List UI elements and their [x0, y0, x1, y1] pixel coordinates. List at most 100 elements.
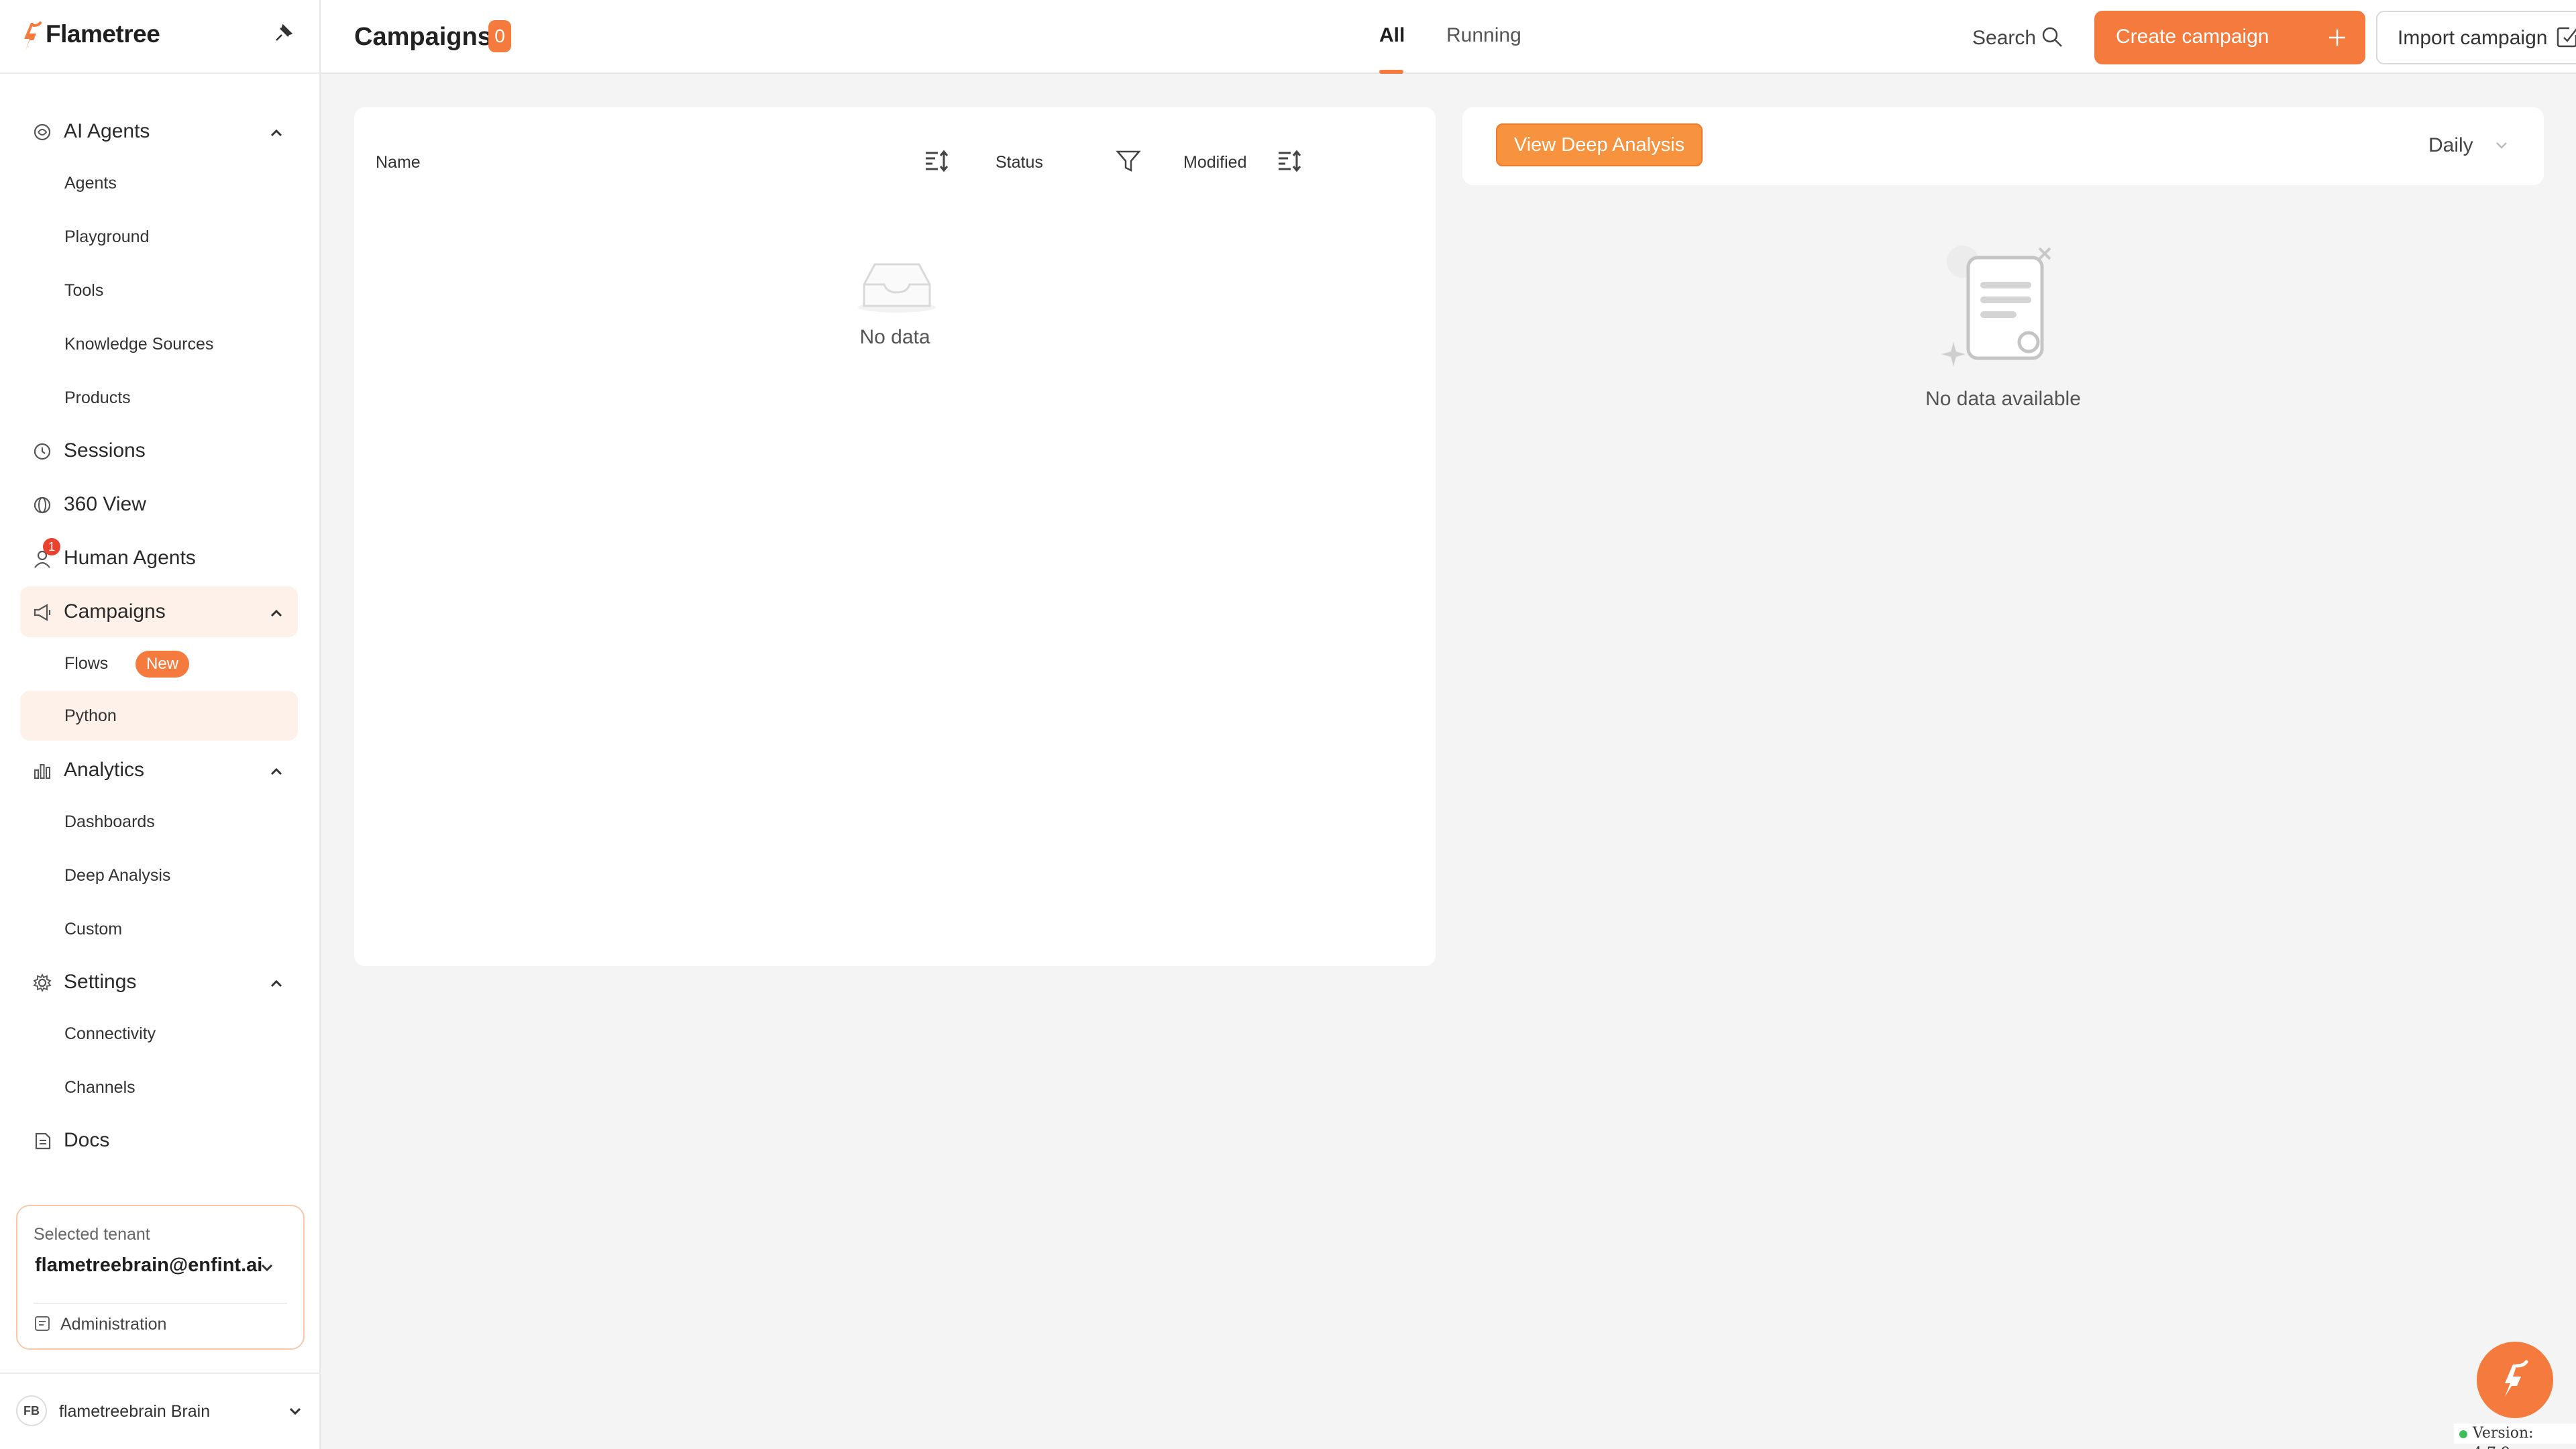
sidebar-item-deep-analysis[interactable]: Deep Analysis	[20, 851, 298, 900]
campaigns-table: Name Status Modified No data	[354, 107, 1436, 966]
search-icon[interactable]	[2041, 25, 2063, 48]
search-label[interactable]: Search	[1972, 27, 2036, 50]
sidebar-item-custom[interactable]: Custom	[20, 904, 298, 954]
sort-icon[interactable]	[1276, 148, 1303, 174]
analysis-toolbar: View Deep Analysis Daily	[1462, 107, 2544, 185]
chevron-down-icon[interactable]	[258, 1258, 276, 1277]
sidebar-item-sessions[interactable]: Sessions	[20, 425, 298, 476]
sidebar-item-dashboards[interactable]: Dashboards	[20, 797, 298, 847]
no-data-text: No data available	[1925, 388, 2081, 410]
brain-name: flametreebrain Brain	[59, 1402, 211, 1421]
sidebar-item-label: Campaigns	[64, 600, 166, 623]
version-text: Version: 4.7.9	[2473, 1425, 2534, 1449]
sidebar-item-label: AI Agents	[64, 120, 150, 142]
tenant-caption: Selected tenant	[34, 1225, 150, 1244]
version-indicator: Version: 4.7.9	[2454, 1424, 2576, 1449]
globe-icon	[34, 496, 51, 514]
sidebar-item-label: Channels	[64, 1077, 136, 1097]
divider	[34, 1303, 287, 1304]
active-tab-indicator	[1379, 70, 1403, 74]
plus-icon	[2329, 30, 2345, 46]
import-campaign-button[interactable]: Import campaign	[2376, 11, 2576, 64]
notification-badge: 1	[43, 538, 60, 555]
sidebar-item-label: Python	[64, 706, 117, 725]
sidebar-item-python[interactable]: Python	[20, 691, 298, 741]
chevron-down-icon[interactable]	[2493, 137, 2510, 154]
create-campaign-button[interactable]: Create campaign	[2094, 11, 2365, 64]
brand-name: Flametree	[46, 20, 160, 48]
sidebar-item-360-view[interactable]: 360 View	[20, 479, 298, 530]
sort-icon[interactable]	[923, 148, 950, 174]
docs-icon	[35, 1132, 51, 1150]
sidebar-item-human-agents[interactable]: 1 Human Agents	[20, 533, 298, 584]
column-header-modified[interactable]: Modified	[1183, 153, 1247, 172]
column-header-status[interactable]: Status	[996, 153, 1043, 172]
filter-icon[interactable]	[1115, 148, 1142, 174]
no-data-document-icon	[1941, 246, 2051, 366]
sidebar-item-docs[interactable]: Docs	[20, 1115, 298, 1166]
import-campaign-label: Import campaign	[2398, 27, 2548, 49]
bar-chart-icon	[34, 764, 50, 779]
sidebar-item-label: Tools	[64, 280, 104, 300]
sidebar-item-channels[interactable]: Channels	[20, 1063, 298, 1112]
brain-selector[interactable]: FB flametreebrain Brain	[0, 1373, 321, 1449]
sidebar-item-label: Human Agents	[64, 547, 196, 569]
page-header: Campaigns 0 All Running Search Create ca…	[321, 0, 2576, 74]
sidebar-item-label: Analytics	[64, 759, 145, 781]
sidebar-item-settings[interactable]: Settings	[20, 957, 298, 1008]
sidebar-item-label: Custom	[64, 919, 123, 938]
sidebar-item-ai-agents[interactable]: AI Agents	[20, 106, 298, 157]
column-header-name[interactable]: Name	[376, 153, 421, 172]
import-icon	[2557, 27, 2576, 48]
sidebar-item-knowledge-sources[interactable]: Knowledge Sources	[20, 319, 298, 369]
sidebar-item-label: Docs	[64, 1129, 110, 1151]
campaign-count-badge: 0	[488, 20, 511, 52]
period-select[interactable]: Daily	[2428, 134, 2473, 157]
sidebar-item-products[interactable]: Products	[20, 373, 298, 423]
gear-icon	[33, 973, 52, 993]
avatar: FB	[16, 1395, 47, 1426]
sidebar-item-tools[interactable]: Tools	[20, 266, 298, 315]
view-deep-analysis-button[interactable]: View Deep Analysis	[1496, 123, 1703, 166]
assistant-chat-button[interactable]	[2477, 1342, 2553, 1418]
administration-link[interactable]: Administration	[60, 1315, 166, 1334]
new-badge: New	[136, 651, 190, 678]
sidebar-item-label: Settings	[64, 971, 137, 993]
sidebar-item-agents[interactable]: Agents	[20, 158, 298, 208]
sidebar: Flametree AI Agents Agents Playground To…	[0, 0, 321, 1449]
tenant-selector[interactable]: Selected tenant flametreebrain@enfint.ai…	[16, 1205, 305, 1350]
pin-icon[interactable]	[274, 23, 294, 43]
megaphone-icon	[34, 604, 51, 621]
sidebar-item-connectivity[interactable]: Connectivity	[20, 1009, 298, 1059]
sidebar-item-campaigns[interactable]: Campaigns	[20, 586, 298, 637]
sidebar-item-label: Sessions	[64, 439, 146, 462]
admin-icon	[35, 1316, 50, 1331]
tab-all[interactable]: All	[1379, 24, 1405, 47]
status-dot	[2459, 1430, 2467, 1438]
logo-row: Flametree	[0, 0, 321, 74]
chevron-up-icon[interactable]	[267, 123, 286, 142]
empty-inbox-icon	[858, 263, 936, 313]
sidebar-item-label: 360 View	[64, 493, 146, 515]
create-campaign-label: Create campaign	[2116, 25, 2269, 48]
chevron-up-icon[interactable]	[267, 974, 286, 993]
flametree-chat-icon	[2505, 1360, 2528, 1397]
tenant-email[interactable]: flametreebrain@enfint.ai	[35, 1254, 262, 1277]
chevron-down-icon[interactable]	[286, 1402, 305, 1421]
sidebar-item-label: Connectivity	[64, 1024, 156, 1043]
sidebar-item-label: Products	[64, 388, 131, 407]
sidebar-item-playground[interactable]: Playground	[20, 212, 298, 262]
sidebar-item-label: Flows	[64, 653, 109, 673]
chevron-up-icon[interactable]	[267, 762, 286, 781]
flametree-logo-icon	[24, 21, 42, 51]
sidebar-item-flows[interactable]: Flows New	[20, 639, 298, 688]
sidebar-item-label: Deep Analysis	[64, 865, 171, 885]
sidebar-item-label: Agents	[64, 173, 117, 193]
chevron-up-icon[interactable]	[267, 604, 286, 623]
sidebar-item-analytics[interactable]: Analytics	[20, 745, 298, 796]
empty-state-text: No data	[859, 326, 930, 348]
tab-running[interactable]: Running	[1446, 24, 1521, 47]
sidebar-item-label: Knowledge Sources	[64, 334, 214, 354]
ai-agents-icon	[34, 123, 51, 141]
sidebar-item-label: Playground	[64, 227, 150, 246]
